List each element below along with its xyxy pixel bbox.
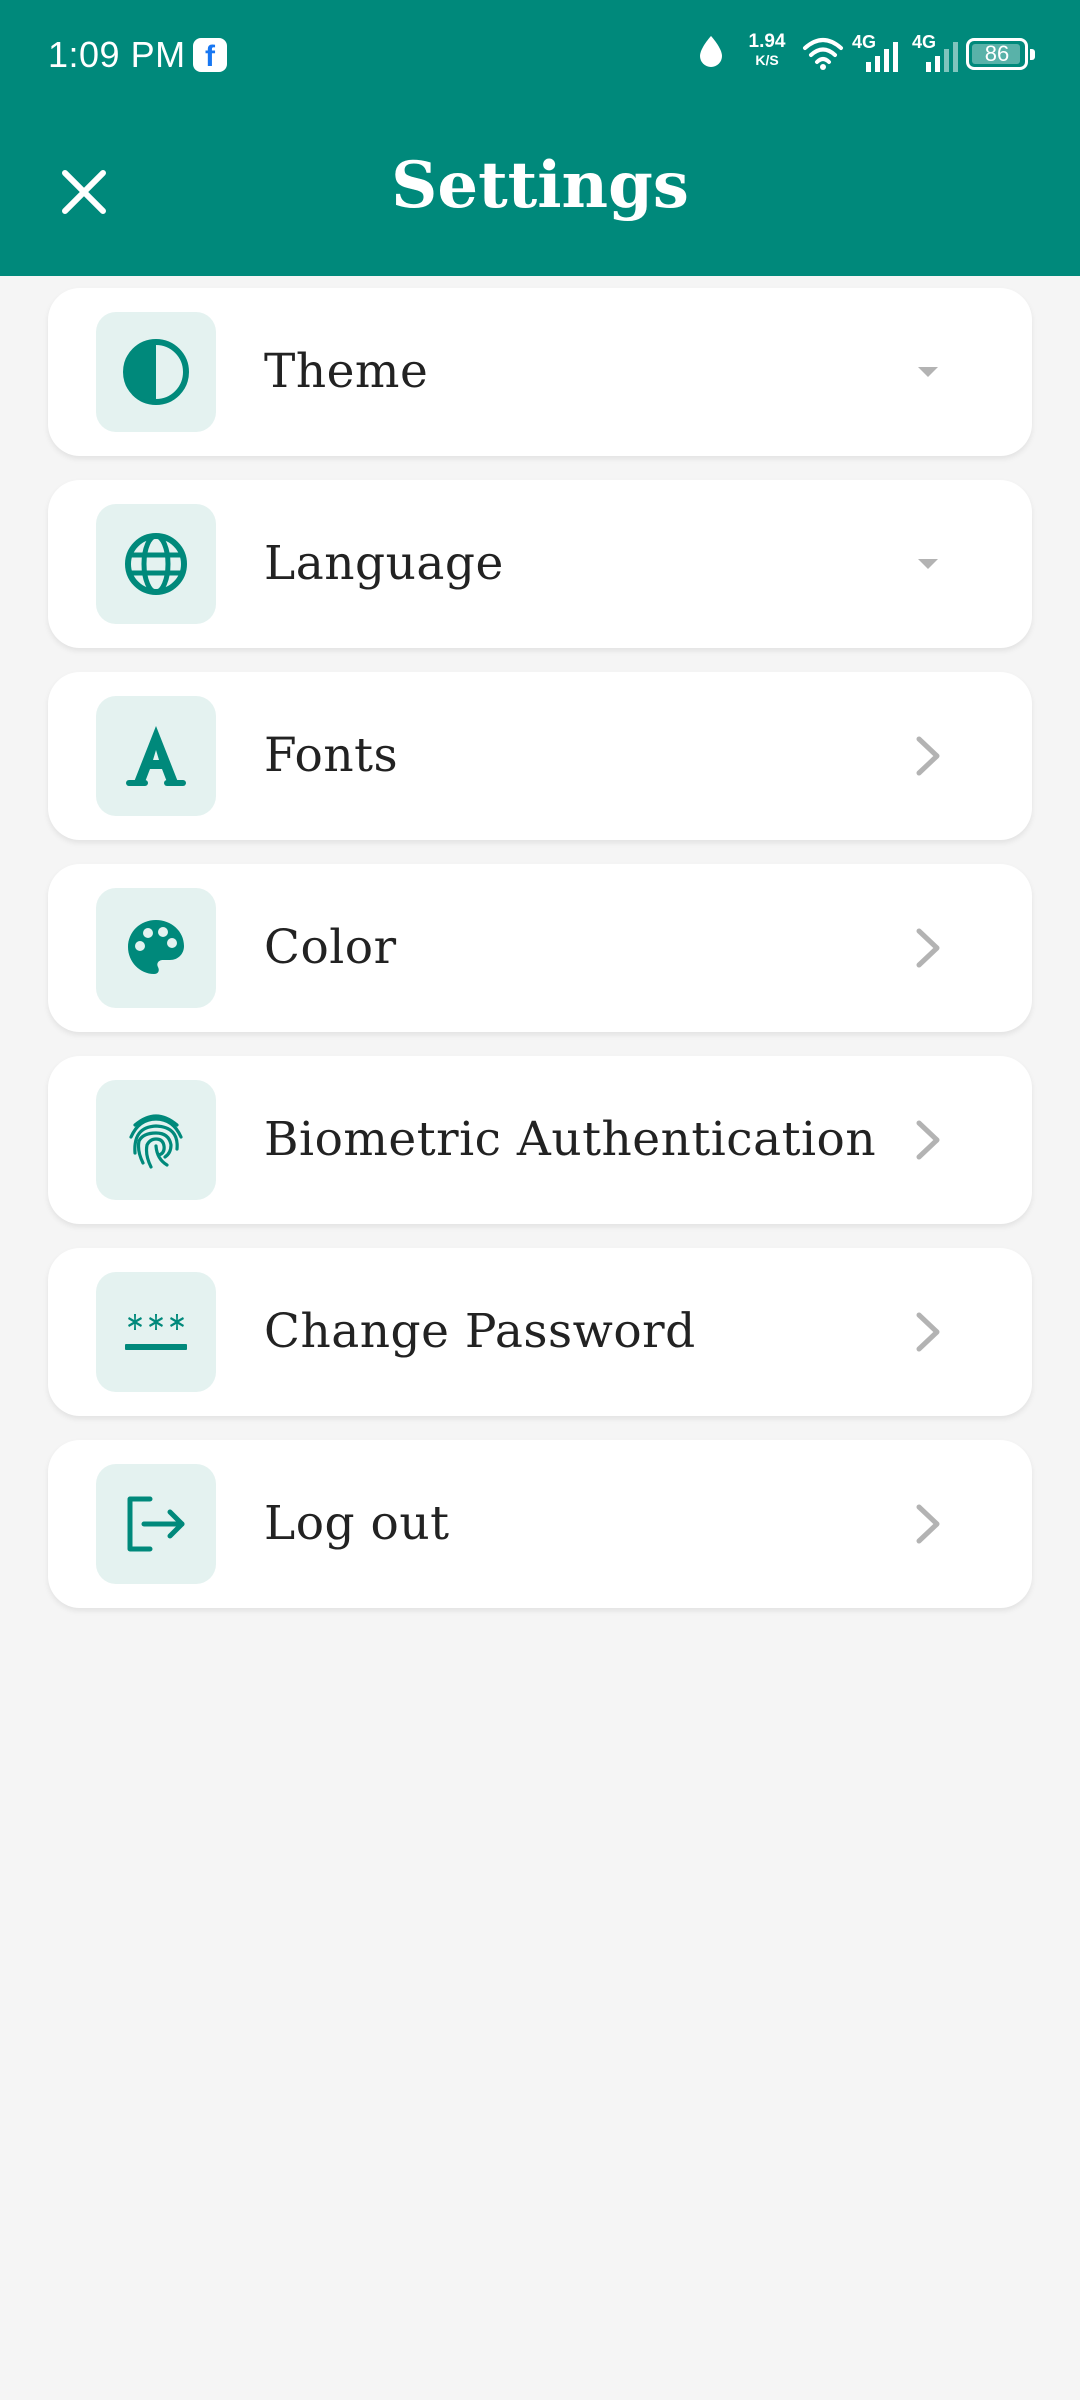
password-icon [125, 1314, 187, 1350]
chevron-right-icon [898, 726, 958, 786]
signal-icon-1 [866, 42, 898, 72]
settings-item-label: Theme [264, 344, 429, 399]
globe-icon [125, 533, 187, 595]
dropdown-arrow-icon [898, 534, 958, 594]
icon-container [96, 1080, 216, 1200]
chevron-right-icon [898, 1110, 958, 1170]
settings-item-label: Biometric Authentication [264, 1112, 877, 1167]
settings-item-language[interactable]: Language [48, 480, 1032, 648]
fingerprint-icon [129, 1114, 183, 1169]
icon-container [96, 1464, 216, 1584]
wifi-icon [803, 38, 843, 70]
status-bar: 1:09 PM f 1.94 K/S 4G 4G 86 [0, 0, 1080, 110]
chevron-right-icon [898, 918, 958, 978]
settings-item-label: Language [264, 536, 504, 591]
settings-item-logout[interactable]: Log out [48, 1440, 1032, 1608]
settings-item-label: Color [264, 920, 397, 975]
chevron-right-icon [898, 1302, 958, 1362]
signal-icon-2 [926, 42, 958, 72]
settings-list: Theme Language Fonts Color Biometric Aut… [48, 288, 1032, 1632]
icon-container [96, 696, 216, 816]
battery-icon: 86 [966, 38, 1035, 70]
font-icon [126, 726, 186, 786]
status-time: 1:09 PM [48, 34, 186, 75]
settings-item-theme[interactable]: Theme [48, 288, 1032, 456]
settings-item-fonts[interactable]: Fonts [48, 672, 1032, 840]
settings-item-label: Fonts [264, 728, 399, 783]
settings-item-change-password[interactable]: Change Password [48, 1248, 1032, 1416]
settings-item-color[interactable]: Color [48, 864, 1032, 1032]
settings-item-label: Log out [264, 1496, 450, 1551]
net-speed: 1.94 K/S [742, 32, 792, 70]
page-title: Settings [391, 148, 689, 223]
dropdown-arrow-icon [898, 342, 958, 402]
icon-container [96, 312, 216, 432]
net-speed-value: 1.94 [748, 31, 786, 52]
data-saver-icon [700, 36, 722, 67]
facebook-icon: f [193, 38, 227, 73]
chevron-right-icon [898, 1494, 958, 1554]
settings-item-biometric[interactable]: Biometric Authentication [48, 1056, 1032, 1224]
logout-icon [127, 1496, 185, 1552]
icon-container [96, 504, 216, 624]
app-header: 1:09 PM f 1.94 K/S 4G 4G 86 Settings [0, 0, 1080, 276]
net-speed-unit: K/S [755, 52, 779, 68]
settings-item-label: Change Password [264, 1304, 696, 1359]
palette-icon [128, 920, 184, 974]
battery-level: 86 [984, 41, 1010, 66]
icon-container [96, 888, 216, 1008]
icon-container [96, 1272, 216, 1392]
contrast-icon [123, 339, 189, 405]
